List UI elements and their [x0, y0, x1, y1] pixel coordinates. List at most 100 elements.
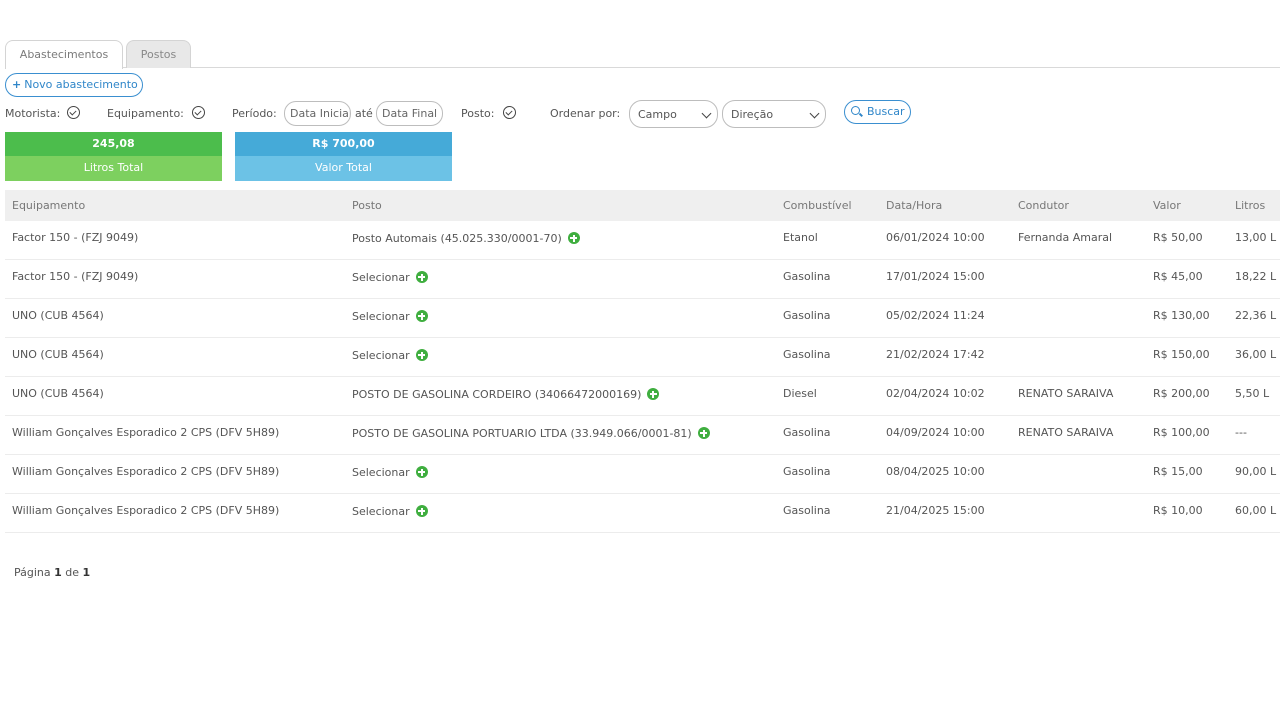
- chevron-down-icon: [809, 108, 820, 119]
- cell-litros: 13,00 L: [1235, 221, 1276, 255]
- cell-combustivel: Gasolina: [783, 494, 831, 528]
- driver-check-icon[interactable]: [67, 106, 80, 119]
- cell-valor-text: R$ 10,00: [1153, 504, 1203, 517]
- station-filter-label: Posto:: [461, 107, 495, 120]
- cell-combustivel-text: Etanol: [783, 231, 818, 244]
- search-icon: [851, 106, 860, 115]
- cell-combustivel: Gasolina: [783, 299, 831, 333]
- cell-data-hora-text: 17/01/2024 15:00: [886, 270, 985, 283]
- cell-posto[interactable]: POSTO DE GASOLINA PORTUARIO LTDA (33.949…: [352, 416, 710, 452]
- cell-data-hora: 08/04/2025 10:00: [886, 455, 985, 489]
- cell-equipamento: UNO (CUB 4564): [12, 299, 104, 333]
- cell-combustivel-text: Gasolina: [783, 465, 831, 478]
- tab-abastecimentos[interactable]: Abastecimentos: [5, 40, 123, 69]
- cell-equipamento-text: William Gonçalves Esporadico 2 CPS (DFV …: [12, 465, 280, 478]
- cell-litros-text: ---: [1235, 426, 1247, 439]
- table-row[interactable]: Factor 150 - (FZJ 9049) Selecionar Gasolin…: [5, 260, 1280, 299]
- add-circle-icon[interactable]: [415, 349, 428, 361]
- end-date-input[interactable]: Data Final: [376, 101, 443, 126]
- cell-valor-text: R$ 150,00: [1153, 348, 1210, 361]
- cell-equipamento-text: Factor 150 - (FZJ 9049): [12, 231, 139, 244]
- cell-equipamento-text: UNO (CUB 4564): [12, 348, 104, 361]
- cell-litros: 36,00 L: [1235, 338, 1276, 372]
- table-row[interactable]: UNO (CUB 4564) POSTO DE GASOLINA CORDEIRO…: [5, 377, 1280, 416]
- cell-posto-text: POSTO DE GASOLINA PORTUARIO LTDA (33.949…: [352, 427, 692, 440]
- table-row[interactable]: William Gonçalves Esporadico 2 CPS (DFV …: [5, 455, 1280, 494]
- header-valor[interactable]: Valor: [1153, 190, 1181, 221]
- cell-data-hora-text: 21/04/2025 15:00: [886, 504, 985, 517]
- cell-equipamento: William Gonçalves Esporadico 2 CPS (DFV …: [12, 416, 279, 450]
- cell-data-hora: 04/09/2024 10:00: [886, 416, 985, 450]
- cell-combustivel-text: Gasolina: [783, 309, 831, 322]
- cell-condutor-text: RENATO SARAIVA: [1018, 426, 1114, 439]
- period-filter-label: Período:: [232, 107, 277, 120]
- field-select-value: Campo: [638, 108, 677, 121]
- cell-posto[interactable]: Selecionar: [352, 455, 428, 491]
- liters-total-label: Litros Total: [5, 156, 222, 181]
- table-row[interactable]: William Gonçalves Esporadico 2 CPS (DFV …: [5, 416, 1280, 455]
- add-circle-icon[interactable]: [415, 505, 428, 517]
- table-row[interactable]: UNO (CUB 4564) Selecionar Gasolina 21/02/20…: [5, 338, 1280, 377]
- cell-posto[interactable]: Selecionar: [352, 299, 428, 335]
- field-select[interactable]: Campo: [629, 100, 718, 128]
- liters-total-card: 245,08 Litros Total: [5, 132, 222, 181]
- header-combustivel[interactable]: Combustível: [783, 190, 852, 221]
- cell-combustivel: Gasolina: [783, 416, 831, 450]
- cell-valor: R$ 50,00: [1153, 221, 1203, 255]
- tab-bar: Abastecimentos Postos: [5, 40, 1280, 69]
- cell-data-hora: 02/04/2024 10:02: [886, 377, 985, 411]
- tab-postos[interactable]: Postos: [126, 40, 191, 68]
- header-posto[interactable]: Posto: [352, 190, 382, 221]
- cell-posto[interactable]: POSTO DE GASOLINA CORDEIRO (340664720001…: [352, 377, 660, 413]
- cell-condutor: RENATO SARAIVA: [1018, 377, 1113, 411]
- cell-posto[interactable]: Selecionar: [352, 494, 428, 530]
- cell-valor-text: R$ 45,00: [1153, 270, 1203, 283]
- cell-posto-text: Selecionar: [352, 271, 410, 284]
- cell-posto-text: Selecionar: [352, 310, 410, 323]
- add-circle-icon[interactable]: [647, 388, 660, 400]
- table-row[interactable]: William Gonçalves Esporadico 2 CPS (DFV …: [5, 494, 1280, 533]
- cell-posto-text: Selecionar: [352, 349, 410, 362]
- cell-data-hora: 05/02/2024 11:24: [886, 299, 985, 333]
- cell-data-hora: 21/02/2024 17:42: [886, 338, 985, 372]
- new-refuel-button[interactable]: + Novo abastecimento: [5, 73, 143, 97]
- header-condutor[interactable]: Condutor: [1018, 190, 1069, 221]
- cell-posto[interactable]: Posto Automais (45.025.330/0001-70): [352, 221, 580, 257]
- cell-valor: R$ 15,00: [1153, 455, 1203, 489]
- cell-equipamento: UNO (CUB 4564): [12, 377, 104, 411]
- cell-valor-text: R$ 200,00: [1153, 387, 1210, 400]
- add-circle-icon[interactable]: [567, 232, 580, 244]
- cell-litros-text: 13,00 L: [1235, 231, 1277, 244]
- cell-posto[interactable]: Selecionar: [352, 260, 428, 296]
- start-date-input[interactable]: Data Inicial: [284, 101, 351, 126]
- cell-combustivel-text: Gasolina: [783, 426, 831, 439]
- station-check-icon[interactable]: [503, 106, 516, 119]
- search-button[interactable]: Buscar: [844, 100, 911, 124]
- direction-select[interactable]: Direção: [722, 100, 826, 128]
- cell-posto-text: Posto Automais (45.025.330/0001-70): [352, 232, 562, 245]
- cell-equipamento: Factor 150 - (FZJ 9049): [12, 260, 138, 294]
- cell-posto-text: Selecionar: [352, 466, 410, 479]
- equipment-check-icon[interactable]: [192, 106, 205, 119]
- cell-equipamento: Factor 150 - (FZJ 9049): [12, 221, 138, 255]
- add-circle-icon[interactable]: [415, 310, 428, 322]
- cell-equipamento: William Gonçalves Esporadico 2 CPS (DFV …: [12, 494, 279, 528]
- cell-litros: 90,00 L: [1235, 455, 1276, 489]
- add-circle-icon[interactable]: [415, 466, 428, 478]
- cell-equipamento: William Gonçalves Esporadico 2 CPS (DFV …: [12, 455, 279, 489]
- refuel-table: Equipamento Posto Combustível Data/Hora …: [5, 190, 1280, 533]
- header-litros[interactable]: Litros: [1235, 190, 1265, 221]
- cell-valor: R$ 130,00: [1153, 299, 1210, 333]
- add-circle-icon[interactable]: [697, 427, 710, 439]
- cell-equipamento: UNO (CUB 4564): [12, 338, 104, 372]
- header-data-hora[interactable]: Data/Hora: [886, 190, 942, 221]
- table-row[interactable]: UNO (CUB 4564) Selecionar Gasolina 05/02/20…: [5, 299, 1280, 338]
- cell-valor: R$ 10,00: [1153, 494, 1203, 528]
- table-row[interactable]: Factor 150 - (FZJ 9049) Posto Automais (4…: [5, 221, 1280, 260]
- cell-litros: ---: [1235, 416, 1247, 450]
- header-equipamento[interactable]: Equipamento: [12, 190, 85, 221]
- cell-posto[interactable]: Selecionar: [352, 338, 428, 374]
- pagination-current: 1: [54, 566, 62, 579]
- cell-combustivel: Etanol: [783, 221, 818, 255]
- add-circle-icon[interactable]: [415, 271, 428, 283]
